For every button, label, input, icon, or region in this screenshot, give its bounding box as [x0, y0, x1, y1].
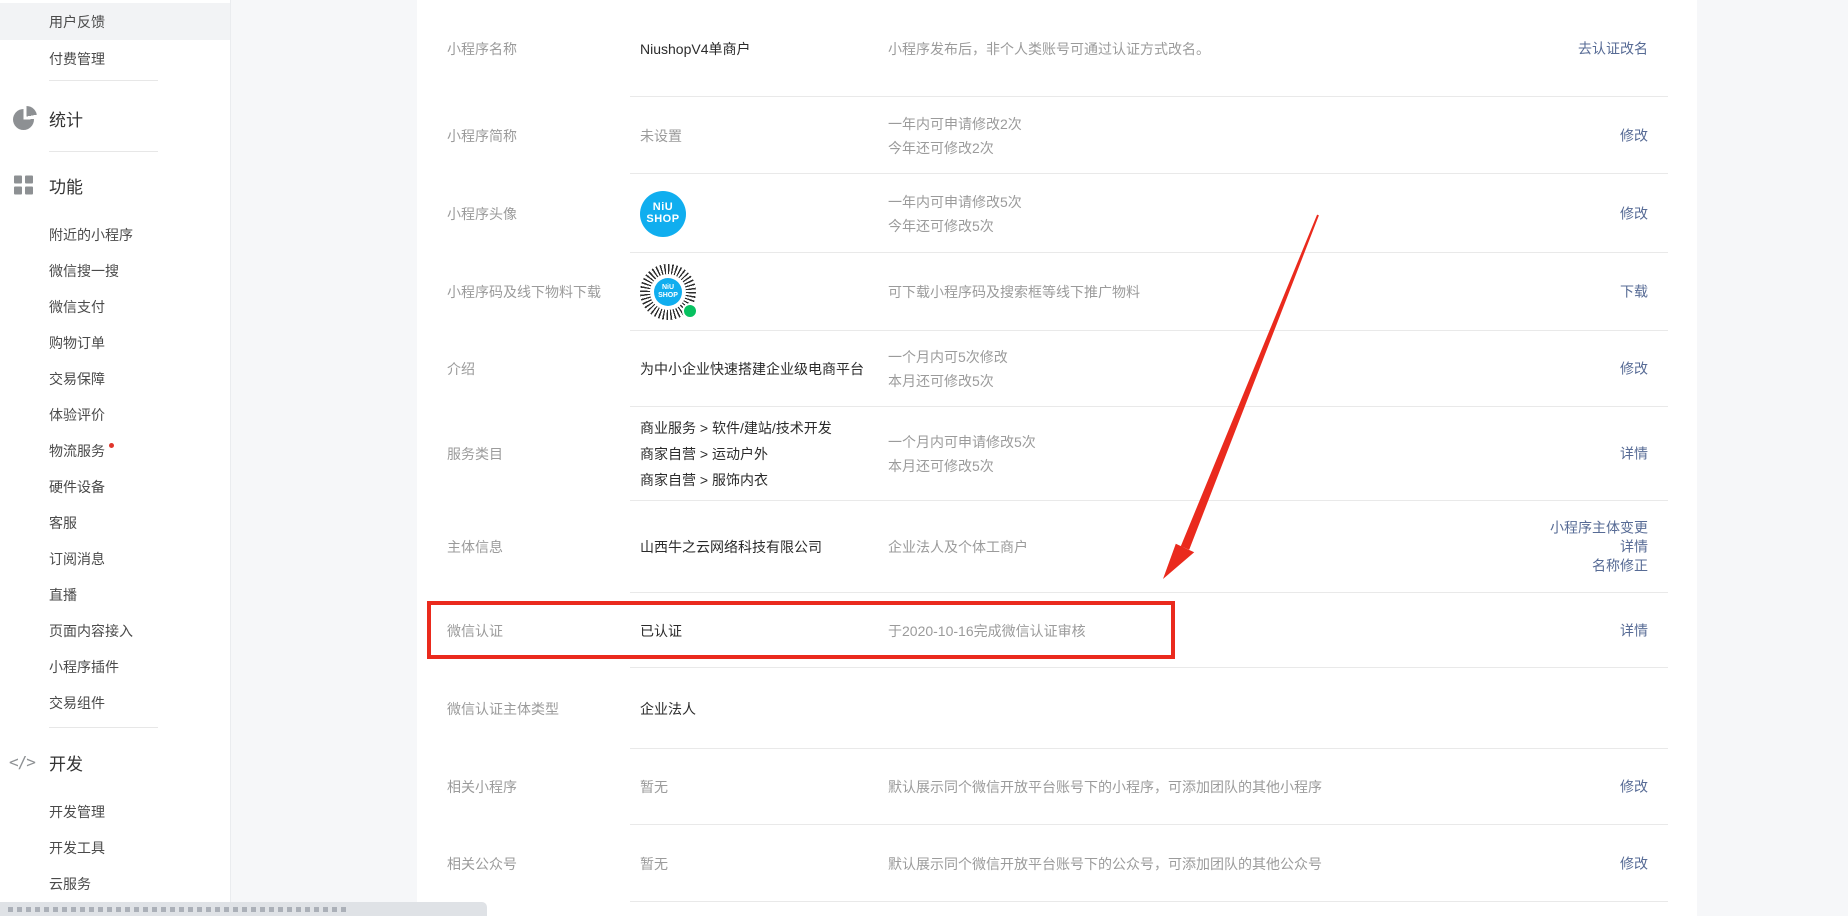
pie-chart-icon: [13, 106, 37, 130]
sidebar-item-trading-components[interactable]: 交易组件: [0, 685, 230, 721]
row-label: 小程序名称: [447, 39, 627, 59]
modify-link[interactable]: 修改: [1620, 778, 1648, 797]
sidebar-item-payment-management[interactable]: 付费管理: [0, 40, 230, 77]
entity-type-value: 企业法人: [640, 699, 880, 719]
row-description: 一年内可申请修改2次今年还可修改2次: [888, 112, 1448, 160]
browser-status-bar: [0, 902, 487, 916]
sidebar-item-shopping-orders[interactable]: 购物订单: [0, 325, 230, 361]
sidebar-divider: [49, 80, 158, 81]
notification-dot-icon: [109, 443, 114, 448]
abbreviation-value: 未设置: [640, 126, 880, 146]
sidebar-item-dev-tools[interactable]: 开发工具: [0, 830, 230, 866]
row-label: 小程序简称: [447, 126, 627, 146]
avatar-text: SHOP: [646, 214, 679, 226]
miniprogram-name-value: NiushopV4单商户: [640, 39, 880, 59]
qr-cell: NiUSHOP: [640, 264, 880, 320]
row-description: 小程序发布后，非个人类账号可通过认证方式改名。: [888, 37, 1448, 61]
row-description: 企业法人及个体工商户: [888, 535, 1448, 559]
row-description: 一个月内可申请修改5次本月还可修改5次: [888, 430, 1448, 478]
table-row-miniprogram-name: 小程序名称 NiushopV4单商户 小程序发布后，非个人类账号可通过认证方式改…: [417, 0, 1697, 97]
sidebar-item-wechat-pay[interactable]: 微信支付: [0, 289, 230, 325]
sidebar-item-cloud-services[interactable]: 云服务: [0, 866, 230, 902]
grid-icon: [14, 176, 33, 195]
sidebar: 用户反馈 付费管理 统计 功能 附近的小程序 微信搜一搜 微信支付 购物订单 交…: [0, 0, 231, 916]
row-description: 默认展示同个微信开放平台账号下的公众号，可添加团队的其他公众号: [888, 852, 1508, 876]
wechat-mp-settings-page: 用户反馈 付费管理 统计 功能 附近的小程序 微信搜一搜 微信支付 购物订单 交…: [0, 0, 1848, 916]
sidebar-section-label: 功能: [49, 173, 83, 198]
status-bar-text-placeholder: [8, 907, 348, 912]
sidebar-divider: [49, 727, 158, 728]
sidebar-section-label: 开发: [49, 750, 83, 775]
table-row-related-official-accounts: 相关公众号 暂无 默认展示同个微信开放平台账号下的公众号，可添加团队的其他公众号…: [417, 825, 1697, 902]
table-row-miniprogram-code: 小程序码及线下物料下载 NiUSHOP 可下载小程序码及搜索框等线下推广物料 下…: [417, 253, 1697, 331]
related-accounts-value: 暂无: [640, 854, 880, 874]
sidebar-item-nearby-miniprograms[interactable]: 附近的小程序: [0, 217, 230, 253]
sidebar-item-wechat-search[interactable]: 微信搜一搜: [0, 253, 230, 289]
table-row-wechat-verification: 微信认证 已认证 于2020-10-16完成微信认证审核 详情: [417, 593, 1697, 668]
row-label: 相关公众号: [447, 854, 627, 874]
table-row-miniprogram-avatar: 小程序头像 NiU SHOP 一年内可申请修改5次今年还可修改5次 修改: [417, 174, 1697, 253]
sidebar-item-logistics-service[interactable]: 物流服务: [0, 433, 230, 469]
sidebar-item-live-streaming[interactable]: 直播: [0, 577, 230, 613]
table-row-related-miniprograms: 相关小程序 暂无 默认展示同个微信开放平台账号下的小程序，可添加团队的其他小程序…: [417, 749, 1697, 825]
row-label: 介绍: [447, 359, 627, 379]
row-description: 于2020-10-16完成微信认证审核: [888, 619, 1448, 643]
row-label: 小程序头像: [447, 204, 627, 224]
entity-change-link[interactable]: 小程序主体变更: [1550, 519, 1648, 538]
details-link[interactable]: 详情: [1620, 621, 1648, 640]
details-link[interactable]: 详情: [1620, 445, 1648, 464]
name-correction-link[interactable]: 名称修正: [1550, 557, 1648, 576]
row-label: 微信认证: [447, 621, 627, 641]
verification-status-value: 已认证: [640, 621, 880, 641]
sidebar-item-customer-service[interactable]: 客服: [0, 505, 230, 541]
modify-link[interactable]: 修改: [1620, 360, 1648, 379]
go-verify-rename-link[interactable]: 去认证改名: [1578, 39, 1648, 58]
row-label: 主体信息: [447, 537, 627, 557]
settings-table: 小程序名称 NiushopV4单商户 小程序发布后，非个人类账号可通过认证方式改…: [417, 0, 1697, 916]
sidebar-item-subscription-messages[interactable]: 订阅消息: [0, 541, 230, 577]
sidebar-item-hardware-devices[interactable]: 硬件设备: [0, 469, 230, 505]
modify-link[interactable]: 修改: [1620, 204, 1648, 223]
sidebar-item-transaction-guarantee[interactable]: 交易保障: [0, 361, 230, 397]
qr-center-logo: NiUSHOP: [654, 278, 682, 306]
sidebar-item-experience-rating[interactable]: 体验评价: [0, 397, 230, 433]
table-row-service-categories: 服务类目 商业服务 > 软件/建站/技术开发 商家自营 > 运动户外 商家自营 …: [417, 407, 1697, 501]
row-label: 相关小程序: [447, 777, 627, 797]
row-label: 服务类目: [447, 444, 627, 464]
details-link[interactable]: 详情: [1550, 538, 1648, 557]
miniprogram-avatar: NiU SHOP: [640, 191, 686, 237]
sidebar-item-page-content-access[interactable]: 页面内容接入: [0, 613, 230, 649]
sidebar-item-dev-management[interactable]: 开发管理: [0, 794, 230, 830]
wechat-badge-icon: [682, 303, 698, 319]
modify-link[interactable]: 修改: [1620, 126, 1648, 145]
sidebar-item-label: 物流服务: [49, 441, 105, 461]
row-description: 一个月内可5次修改本月还可修改5次: [888, 345, 1448, 393]
related-miniprograms-value: 暂无: [640, 777, 880, 797]
modify-link[interactable]: 修改: [1620, 854, 1648, 873]
sidebar-divider: [49, 151, 158, 152]
table-row-introduction: 介绍 为中小企业快速搭建企业级电商平台 一个月内可5次修改本月还可修改5次 修改: [417, 331, 1697, 407]
avatar-cell: NiU SHOP: [640, 191, 880, 237]
row-description: 可下载小程序码及搜索框等线下推广物料: [888, 280, 1448, 304]
row-description: 默认展示同个微信开放平台账号下的小程序，可添加团队的其他小程序: [888, 775, 1508, 799]
sidebar-item-miniprogram-plugins[interactable]: 小程序插件: [0, 649, 230, 685]
miniprogram-qr-code: NiUSHOP: [640, 264, 696, 320]
row-label: 小程序码及线下物料下载: [447, 282, 627, 302]
code-icon: </>: [9, 753, 35, 772]
table-row-entity-info: 主体信息 山西牛之云网络科技有限公司 企业法人及个体工商户 小程序主体变更 详情…: [417, 501, 1697, 593]
sidebar-section-label: 统计: [49, 106, 83, 131]
sidebar-section-development[interactable]: </> 开发: [0, 744, 230, 780]
row-description: 一年内可申请修改5次今年还可修改5次: [888, 190, 1448, 238]
table-row-verification-entity-type: 微信认证主体类型 企业法人: [417, 668, 1697, 749]
row-label: 微信认证主体类型: [447, 699, 627, 719]
sidebar-item-user-feedback[interactable]: 用户反馈: [0, 3, 230, 40]
table-row-miniprogram-abbreviation: 小程序简称 未设置 一年内可申请修改2次今年还可修改2次 修改: [417, 97, 1697, 174]
sidebar-section-features[interactable]: 功能: [0, 167, 230, 203]
sidebar-section-statistics[interactable]: 统计: [0, 100, 230, 136]
download-link[interactable]: 下载: [1620, 283, 1648, 302]
